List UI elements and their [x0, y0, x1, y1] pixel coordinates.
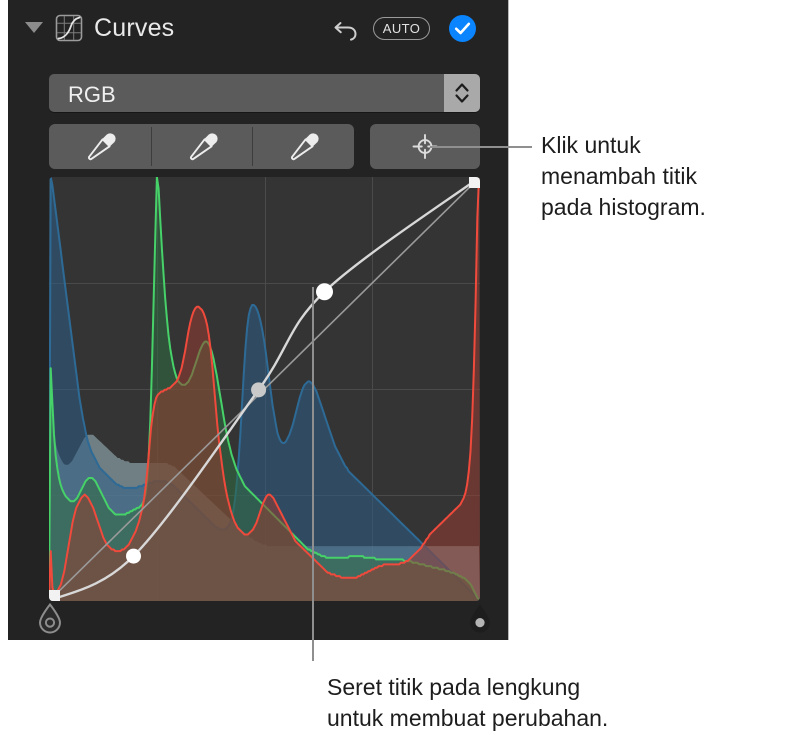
undo-arrow-icon[interactable] — [331, 14, 361, 44]
auto-button[interactable]: AUTO — [373, 17, 430, 40]
curves-grid-icon — [54, 13, 84, 43]
curve-control-point-3 — [316, 283, 334, 301]
curve-control-point-1 — [126, 548, 142, 564]
curve-control-point-2 — [251, 382, 267, 398]
callout-leader-line-curve-point — [312, 287, 314, 661]
callout-text-target: Klik untuk menambah titik pada histogram… — [541, 132, 706, 220]
channel-select[interactable]: RGB — [49, 74, 480, 112]
curve-control-point-4 — [469, 177, 480, 188]
eyedropper-group — [49, 124, 354, 169]
curves-histogram-plot[interactable] — [49, 177, 480, 601]
set-black-point-dropper[interactable] — [49, 124, 151, 169]
set-gray-point-dropper[interactable] — [150, 124, 253, 169]
chevron-up-down-icon[interactable] — [444, 74, 480, 112]
curve-control-point-0 — [49, 590, 60, 601]
triangle-down-icon[interactable] — [25, 22, 43, 33]
black-point-handle[interactable] — [37, 602, 63, 634]
white-point-handle[interactable] — [467, 603, 493, 634]
histogram-svg — [49, 177, 480, 601]
panel-header: Curves AUTO — [8, 0, 509, 58]
checkmark-circle-icon[interactable] — [449, 15, 476, 42]
set-white-point-dropper[interactable] — [252, 124, 354, 169]
callout-leader-line-target — [430, 146, 532, 148]
page-title: Curves — [94, 14, 175, 42]
channel-select-value: RGB — [68, 82, 116, 107]
curves-adjustment-panel: Curves AUTO RGB — [8, 0, 509, 640]
callout-text-curve-point: Seret titik pada lengkung untuk membuat … — [327, 674, 609, 731]
